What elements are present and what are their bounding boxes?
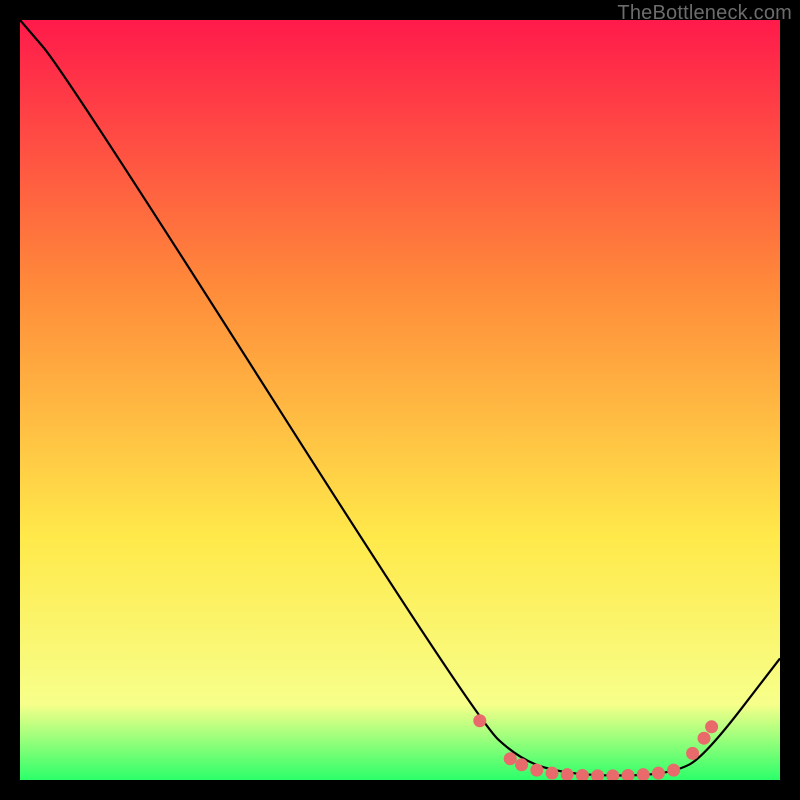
chart-container: TheBottleneck.com: [0, 0, 800, 800]
data-marker: [515, 758, 528, 771]
data-marker: [667, 764, 680, 777]
data-marker: [546, 767, 559, 780]
data-marker: [652, 767, 665, 780]
chart-svg: [20, 20, 780, 780]
plot-area: [20, 20, 780, 780]
data-marker: [705, 720, 718, 733]
data-marker: [504, 752, 517, 765]
gradient-background: [20, 20, 780, 780]
watermark-text: TheBottleneck.com: [617, 2, 792, 25]
data-marker: [473, 714, 486, 727]
data-marker: [686, 747, 699, 760]
data-marker: [698, 732, 711, 745]
data-marker: [530, 764, 543, 777]
